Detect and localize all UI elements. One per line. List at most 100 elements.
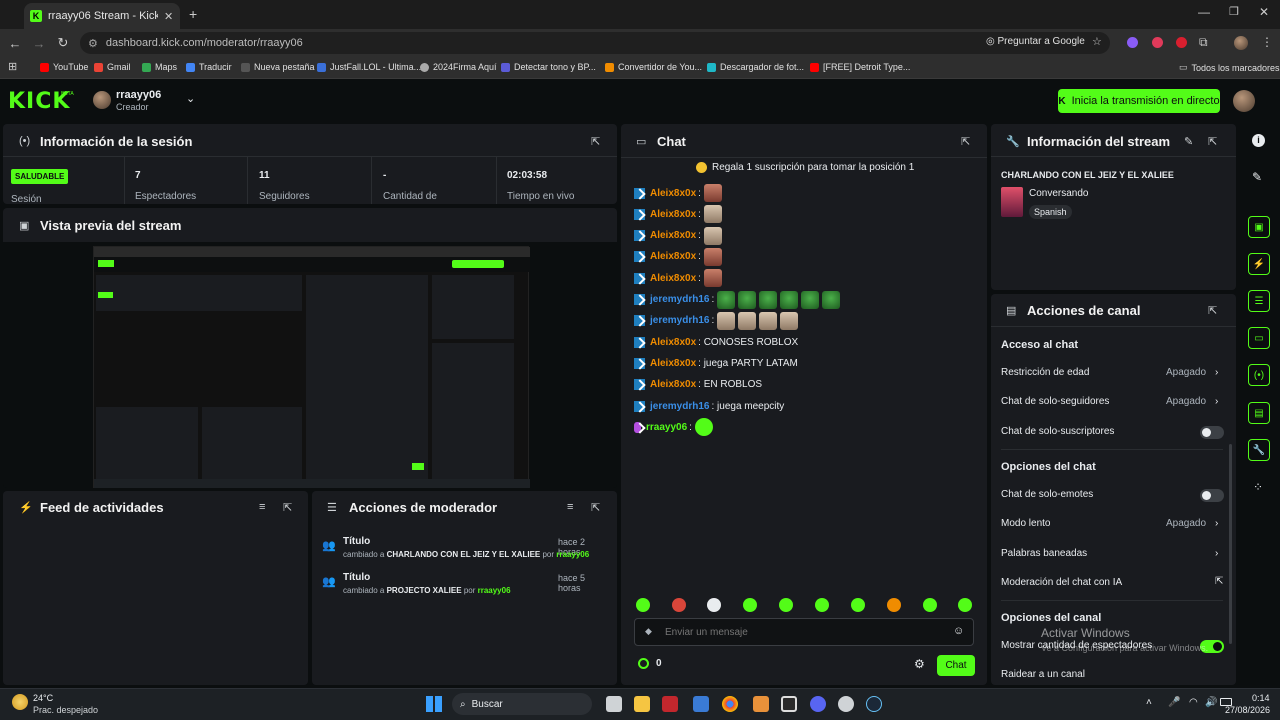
popout-icon[interactable]: ⇱ bbox=[283, 501, 292, 514]
new-tab-icon[interactable]: + bbox=[189, 6, 197, 22]
cat-emote-icon[interactable] bbox=[703, 226, 722, 245]
emoji-picker-icon[interactable]: ☺ bbox=[953, 625, 964, 637]
file-explorer-icon[interactable] bbox=[634, 696, 650, 712]
face-emote-icon[interactable] bbox=[703, 247, 722, 266]
windows-start-icon[interactable] bbox=[426, 696, 442, 712]
emote-icon[interactable] bbox=[672, 598, 686, 612]
site-info-icon[interactable]: ⚙ bbox=[88, 37, 98, 50]
channel-setting-label[interactable]: Modo lento bbox=[1001, 518, 1050, 529]
chat-icon[interactable]: ▭ bbox=[1248, 327, 1270, 349]
mod-actions-list-icon[interactable]: ☰ bbox=[1248, 290, 1270, 312]
stream-preview-video[interactable] bbox=[93, 246, 530, 488]
popout-icon[interactable]: ⇱ bbox=[1208, 135, 1217, 148]
channel-setting-label[interactable]: Restricción de edad bbox=[1001, 367, 1089, 378]
pepe-emote-icon[interactable] bbox=[738, 290, 757, 309]
minimize-icon[interactable]: — bbox=[1198, 5, 1210, 19]
chat-username[interactable]: Aleix8x0x bbox=[650, 230, 696, 241]
chat-username[interactable]: Aleix8x0x bbox=[650, 379, 696, 390]
layout-dots-icon[interactable]: ⁘ bbox=[1253, 480, 1263, 494]
popout-icon[interactable]: ⇱ bbox=[591, 501, 600, 514]
pinned-gift-banner[interactable]: Regala 1 suscripción para tomar la posic… bbox=[696, 162, 914, 173]
cat-emote-icon[interactable] bbox=[780, 311, 799, 330]
filter-icon[interactable]: ≡ bbox=[567, 501, 573, 513]
extension-icon-1[interactable] bbox=[1127, 37, 1138, 48]
emote-icon[interactable] bbox=[779, 598, 793, 612]
scrollbar[interactable] bbox=[1229, 444, 1232, 644]
chat-username[interactable]: Aleix8x0x bbox=[650, 251, 696, 262]
chat-username[interactable]: jeremydrh16 bbox=[650, 294, 709, 305]
bookmark-maps[interactable]: Maps bbox=[142, 62, 177, 72]
channel-setting-label[interactable]: Moderación del chat con IA bbox=[1001, 577, 1122, 588]
emote-icon[interactable] bbox=[743, 598, 757, 612]
face-emote-icon[interactable] bbox=[703, 184, 722, 202]
channel-actions-icon[interactable]: ▤ bbox=[1248, 402, 1270, 424]
activity-bolt-icon[interactable]: ⚡ bbox=[1248, 253, 1270, 275]
chrome-icon[interactable] bbox=[722, 696, 738, 712]
emote-icon[interactable] bbox=[958, 598, 972, 612]
ask-google-button[interactable]: ◎ Preguntar a Google bbox=[986, 36, 1085, 47]
apps-grid-icon[interactable]: ⊞ bbox=[8, 60, 17, 73]
popout-icon[interactable]: ⇱ bbox=[1208, 304, 1217, 317]
popout-icon[interactable]: ⇱ bbox=[961, 135, 970, 148]
external-link-icon[interactable]: ⇱ bbox=[1215, 576, 1223, 587]
app-recorder-icon[interactable] bbox=[781, 696, 797, 712]
bookmark-convertidor[interactable]: Convertidor de You... bbox=[605, 62, 702, 72]
app-red-icon[interactable] bbox=[662, 696, 678, 712]
wifi-icon[interactable]: ◠ bbox=[1189, 697, 1198, 708]
chat-username[interactable]: Aleix8x0x bbox=[650, 273, 696, 284]
kick-emote-icon[interactable] bbox=[694, 418, 713, 437]
back-icon[interactable]: ← bbox=[3, 29, 27, 57]
channel-setting-label[interactable]: Palabras baneadas bbox=[1001, 548, 1087, 559]
maximize-icon[interactable]: ❐ bbox=[1229, 5, 1239, 18]
mod-action-user[interactable]: rraayy06 bbox=[478, 586, 511, 595]
cat-emote-icon[interactable] bbox=[738, 311, 757, 330]
chat-username[interactable]: jeremydrh16 bbox=[650, 315, 709, 326]
channel-setting-label[interactable]: Chat de solo-emotes bbox=[1001, 489, 1093, 500]
bookmark-detectar[interactable]: Detectar tono y BP... bbox=[501, 62, 596, 72]
microphone-icon[interactable]: 🎤 bbox=[1168, 697, 1180, 708]
account-dropdown-chevron-icon[interactable]: ⌄ bbox=[186, 92, 195, 105]
filter-icon[interactable]: ≡ bbox=[259, 501, 265, 513]
edit-pencil-icon[interactable]: ✎ bbox=[1184, 135, 1193, 148]
emote-icon[interactable] bbox=[887, 598, 901, 612]
bookmark-detroit[interactable]: [FREE] Detroit Type... bbox=[810, 62, 910, 72]
task-view-icon[interactable] bbox=[606, 696, 622, 712]
cat-emote-icon[interactable] bbox=[717, 311, 736, 330]
extension-icon-3[interactable] bbox=[1176, 37, 1187, 48]
chat-username[interactable]: Aleix8x0x bbox=[650, 358, 696, 369]
bookmark-nueva-pestana[interactable]: Nueva pestaña bbox=[241, 62, 315, 72]
emote-icon[interactable] bbox=[636, 598, 650, 612]
popout-icon[interactable]: ⇱ bbox=[591, 135, 600, 148]
pepe-emote-icon[interactable] bbox=[717, 290, 736, 309]
profile-avatar[interactable] bbox=[1233, 90, 1255, 112]
clock-time[interactable]: 0:14 bbox=[1252, 693, 1270, 703]
stream-info-wrench-icon[interactable]: 🔧 bbox=[1248, 439, 1270, 461]
profile-avatar-icon[interactable] bbox=[1234, 36, 1248, 50]
chevron-right-icon[interactable]: › bbox=[1215, 367, 1218, 378]
bookmark-gmail[interactable]: Gmail bbox=[94, 62, 131, 72]
emote-icon[interactable] bbox=[923, 598, 937, 612]
toggle-switch[interactable] bbox=[1200, 425, 1224, 439]
bookmark-star-icon[interactable]: ☆ bbox=[1092, 35, 1102, 48]
toggle-switch[interactable] bbox=[1200, 488, 1224, 502]
extension-icon-2[interactable] bbox=[1152, 37, 1163, 48]
all-bookmarks[interactable]: ▭ Todos los marcadores bbox=[1179, 62, 1280, 73]
steam-icon[interactable] bbox=[866, 696, 882, 712]
channel-setting-label[interactable]: Chat de solo-suscriptores bbox=[1001, 426, 1114, 437]
pepe-emote-icon[interactable] bbox=[801, 290, 820, 309]
tray-chevron-icon[interactable]: ˄ bbox=[1146, 697, 1152, 708]
chat-username[interactable]: rraayy06 bbox=[646, 422, 687, 433]
chevron-right-icon[interactable]: › bbox=[1215, 518, 1218, 529]
url-field[interactable]: ⚙ dashboard.kick.com/moderator/rraayy06 … bbox=[80, 32, 1110, 54]
go-live-button[interactable]: K Inicia la transmisión en directo bbox=[1058, 89, 1220, 113]
app-circle-icon[interactable] bbox=[838, 696, 854, 712]
browser-menu-icon[interactable]: ⋮ bbox=[1261, 35, 1273, 49]
pepe-emote-icon[interactable] bbox=[822, 290, 841, 309]
send-chat-button[interactable]: Chat bbox=[937, 655, 975, 676]
cat-emote-icon[interactable] bbox=[703, 205, 722, 224]
chat-username[interactable]: jeremydrh16 bbox=[650, 401, 709, 412]
store-icon[interactable] bbox=[693, 696, 709, 712]
category-name[interactable]: Conversando bbox=[1029, 188, 1088, 199]
chat-input-box[interactable]: ◆ ☺ bbox=[634, 618, 974, 646]
app-orange-icon[interactable] bbox=[753, 696, 769, 712]
